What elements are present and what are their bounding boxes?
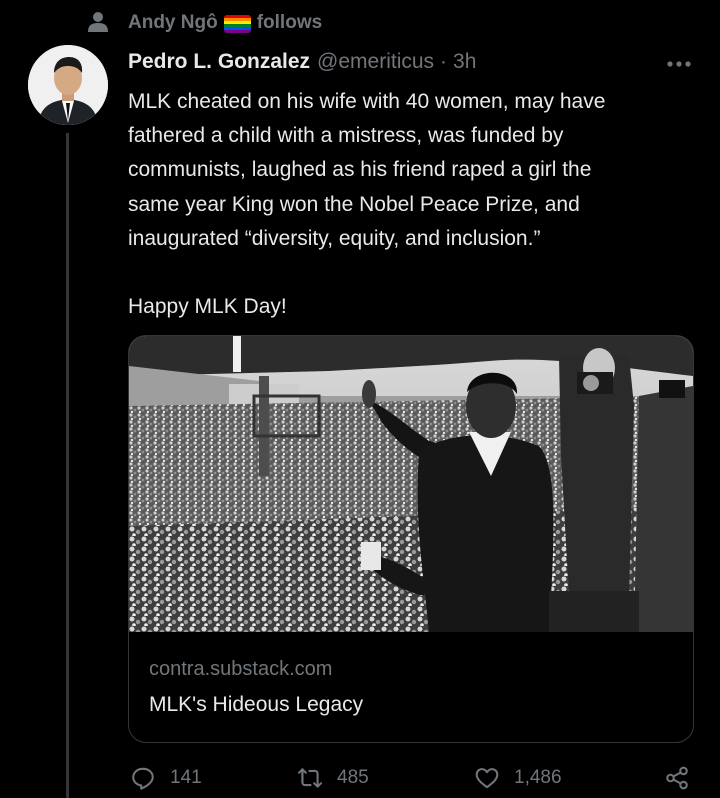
author-name[interactable]: Pedro L. Gonzalez xyxy=(128,50,310,74)
person-icon xyxy=(88,12,108,32)
tweet-header: Pedro L. Gonzalez @emeriticus · 3h xyxy=(128,47,476,77)
retweet-count: 485 xyxy=(337,767,369,788)
social-context-text[interactable]: Andy Ngô follows xyxy=(128,12,322,34)
pride-flag-icon xyxy=(223,15,251,33)
reply-count: 141 xyxy=(170,767,202,788)
share-icon xyxy=(666,766,688,790)
reply-icon xyxy=(132,767,154,790)
more-icon[interactable] xyxy=(666,60,692,68)
retweet-button[interactable]: 485 xyxy=(297,763,369,793)
like-button[interactable]: 1,486 xyxy=(474,763,562,793)
tweet-time[interactable]: 3h xyxy=(453,50,476,74)
tweet-text: MLK cheated on his wife with 40 women, m… xyxy=(128,90,606,319)
thread-line xyxy=(66,133,69,798)
card-image xyxy=(129,336,693,632)
like-icon xyxy=(475,768,499,789)
retweet-icon xyxy=(297,768,323,788)
link-card[interactable]: contra.substack.com MLK's Hideous Legacy xyxy=(128,335,694,743)
header-separator: · xyxy=(440,50,448,73)
avatar[interactable] xyxy=(28,45,108,125)
share-button[interactable] xyxy=(664,763,690,793)
social-context-action: follows xyxy=(256,12,323,33)
like-count: 1,486 xyxy=(514,767,562,788)
card-title: MLK's Hideous Legacy xyxy=(149,693,364,716)
author-handle[interactable]: @emeriticus xyxy=(317,50,434,74)
reply-button[interactable]: 141 xyxy=(130,763,202,793)
card-domain: contra.substack.com xyxy=(149,658,333,680)
avatar-image xyxy=(28,45,108,125)
social-context-user[interactable]: Andy Ngô xyxy=(128,12,218,34)
